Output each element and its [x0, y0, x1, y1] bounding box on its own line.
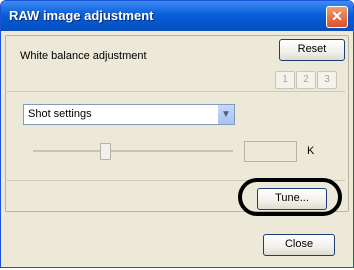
chevron-down-icon[interactable]: ▼ — [218, 105, 234, 124]
reset-button[interactable]: Reset — [279, 39, 345, 61]
divider — [7, 91, 345, 92]
preset-selected-value: Shot settings — [28, 108, 92, 120]
slot-2-button[interactable]: 2 — [296, 71, 316, 89]
white-balance-label: White balance adjustment — [20, 50, 147, 62]
kelvin-input[interactable] — [244, 141, 297, 162]
white-balance-preset-select[interactable]: Shot settings ▼ — [23, 104, 235, 125]
title-bar[interactable]: RAW image adjustment ✕ — [1, 1, 353, 31]
tune-button-highlight-circle — [238, 178, 342, 216]
raw-image-adjustment-window: RAW image adjustment ✕ White balance adj… — [0, 0, 354, 268]
color-temperature-slider-thumb[interactable] — [100, 143, 111, 160]
slot-3-button[interactable]: 3 — [317, 71, 337, 89]
color-temperature-slider-track[interactable] — [33, 150, 233, 152]
close-icon[interactable]: ✕ — [326, 6, 348, 28]
close-button[interactable]: Close — [263, 234, 335, 256]
window-title: RAW image adjustment — [9, 8, 154, 23]
slot-1-button[interactable]: 1 — [275, 71, 295, 89]
kelvin-unit-label: K — [307, 145, 315, 157]
